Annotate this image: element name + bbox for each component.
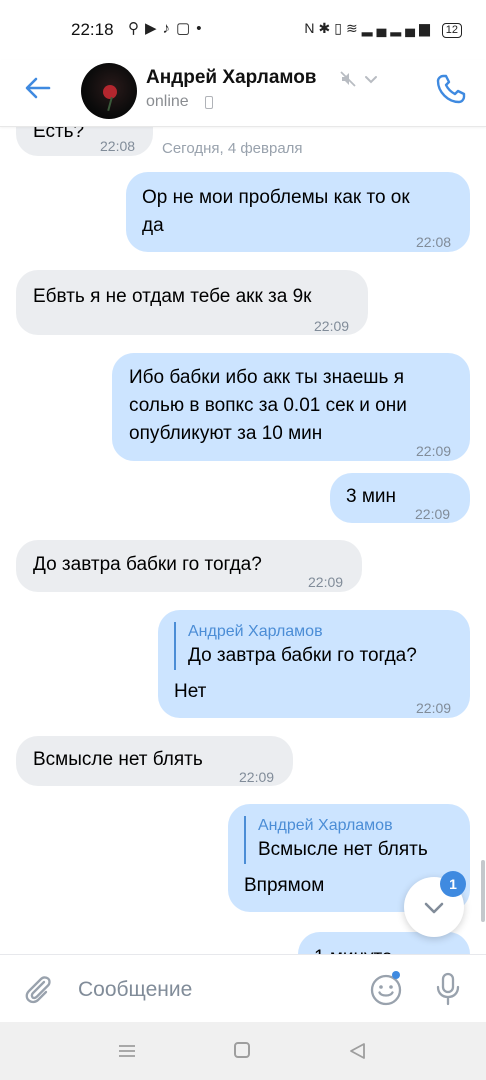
- tiktok-icon: ♪: [162, 20, 177, 37]
- message-text: Впрямом: [244, 875, 325, 896]
- microphone-icon[interactable]: [434, 972, 462, 1006]
- unread-badge: 1: [440, 871, 466, 897]
- message-text: да: [142, 215, 164, 236]
- chevron-down-icon[interactable]: [364, 72, 378, 86]
- message-list[interactable]: Есть? 22:08 Сегодня, 4 февраля Ор не мои…: [0, 126, 486, 954]
- message-text: 3 мин: [346, 486, 397, 507]
- message-incoming[interactable]: Всмысле нет блять 22:09: [16, 736, 293, 786]
- message-time: 22:09: [314, 318, 350, 334]
- battery-icon: 12: [441, 23, 462, 38]
- youtube-icon: ▶: [145, 20, 163, 37]
- bluetooth-icon: ✱: [318, 20, 335, 36]
- back-arrow-icon[interactable]: [22, 72, 54, 104]
- message-text: опубликуют за 10 мин: [129, 423, 323, 444]
- reply-quote[interactable]: Андрей Харламов До завтра бабки го тогда…: [174, 622, 417, 670]
- status-bar: 22:18 ⚲▶♪▢• N✱▯≋▂▄▂▄▆ 12: [0, 0, 486, 60]
- message-outgoing[interactable]: Ибо бабки ибо акк ты знаешь я солью в во…: [112, 353, 470, 461]
- message-time: 22:09: [239, 769, 275, 785]
- reply-text: До завтра бабки го тогда?: [188, 645, 417, 666]
- phone-call-icon[interactable]: [434, 72, 468, 106]
- reply-author: Андрей Харламов: [188, 623, 323, 640]
- message-incoming[interactable]: Есть? 22:08: [16, 126, 153, 156]
- reply-text: Всмысле нет блять: [258, 839, 428, 860]
- app-icon: ▢: [176, 20, 197, 37]
- nfc-icon: N: [304, 20, 319, 36]
- signal-icon: ▂▄▆: [390, 20, 434, 36]
- message-text: Есть?: [33, 126, 85, 142]
- message-text: До завтра бабки го тогда?: [33, 554, 262, 575]
- message-incoming[interactable]: Ебвть я не отдам тебе акк за 9к 22:09: [16, 270, 368, 335]
- clock: 22:18: [71, 20, 114, 39]
- reply-author: Андрей Харламов: [258, 817, 393, 834]
- mobile-device-icon: [205, 96, 213, 109]
- reply-quote[interactable]: Андрей Харламов Всмысле нет блять: [244, 816, 428, 864]
- avatar[interactable]: [81, 63, 137, 119]
- message-time: 22:08: [416, 234, 452, 250]
- message-incoming[interactable]: До завтра бабки го тогда? 22:09: [16, 540, 362, 592]
- message-input[interactable]: [76, 973, 360, 1007]
- new-stickers-dot: [392, 971, 400, 979]
- date-separator: Сегодня, 4 февраля: [162, 140, 303, 157]
- message-text: Ибо бабки ибо акк ты знаешь я: [129, 367, 404, 388]
- message-outgoing[interactable]: 3 мин 22:09: [330, 473, 470, 523]
- signal-icon: ▂▄: [361, 20, 391, 36]
- back-icon[interactable]: [348, 1042, 366, 1060]
- message-outgoing-reply[interactable]: Андрей Харламов До завтра бабки го тогда…: [158, 610, 470, 718]
- message-text: 1 минута: [314, 944, 393, 954]
- scrollbar[interactable]: [481, 860, 485, 922]
- wifi-icon: ≋: [345, 20, 362, 36]
- message-text: Ор не мои проблемы как то ок: [142, 187, 410, 208]
- message-time: 22:09: [416, 700, 452, 716]
- system-icons: N✱▯≋▂▄▂▄▆ 12: [304, 20, 462, 38]
- message-text: солью в вопкс за 0.01 сек и они: [129, 395, 407, 416]
- message-outgoing[interactable]: Ор не мои проблемы как то ок да 22:08: [126, 172, 470, 252]
- scooter-icon: ⚲: [128, 20, 145, 37]
- message-time: 22:09: [308, 574, 344, 590]
- muted-icon: [340, 71, 356, 87]
- message-text: Нет: [174, 681, 207, 702]
- online-status: online: [146, 93, 189, 110]
- vibrate-icon: ▯: [334, 20, 346, 36]
- attach-icon[interactable]: [22, 973, 54, 1005]
- message-text: Всмысле нет блять: [33, 749, 203, 770]
- contact-name[interactable]: Андрей Харламов: [146, 67, 317, 89]
- home-icon[interactable]: [234, 1042, 250, 1058]
- dot-icon: •: [196, 20, 208, 37]
- system-navigation-bar: [0, 1022, 486, 1080]
- message-text: Ебвть я не отдам тебе акк за 9к: [33, 286, 312, 307]
- recent-apps-icon[interactable]: [118, 1044, 136, 1058]
- message-composer: [0, 954, 486, 1023]
- chat-header: Андрей Харламов online: [0, 60, 486, 127]
- notification-icons: ⚲▶♪▢•: [128, 19, 208, 37]
- message-time: 22:09: [415, 506, 451, 522]
- message-time: 22:09: [416, 443, 452, 459]
- message-time: 22:08: [100, 138, 136, 154]
